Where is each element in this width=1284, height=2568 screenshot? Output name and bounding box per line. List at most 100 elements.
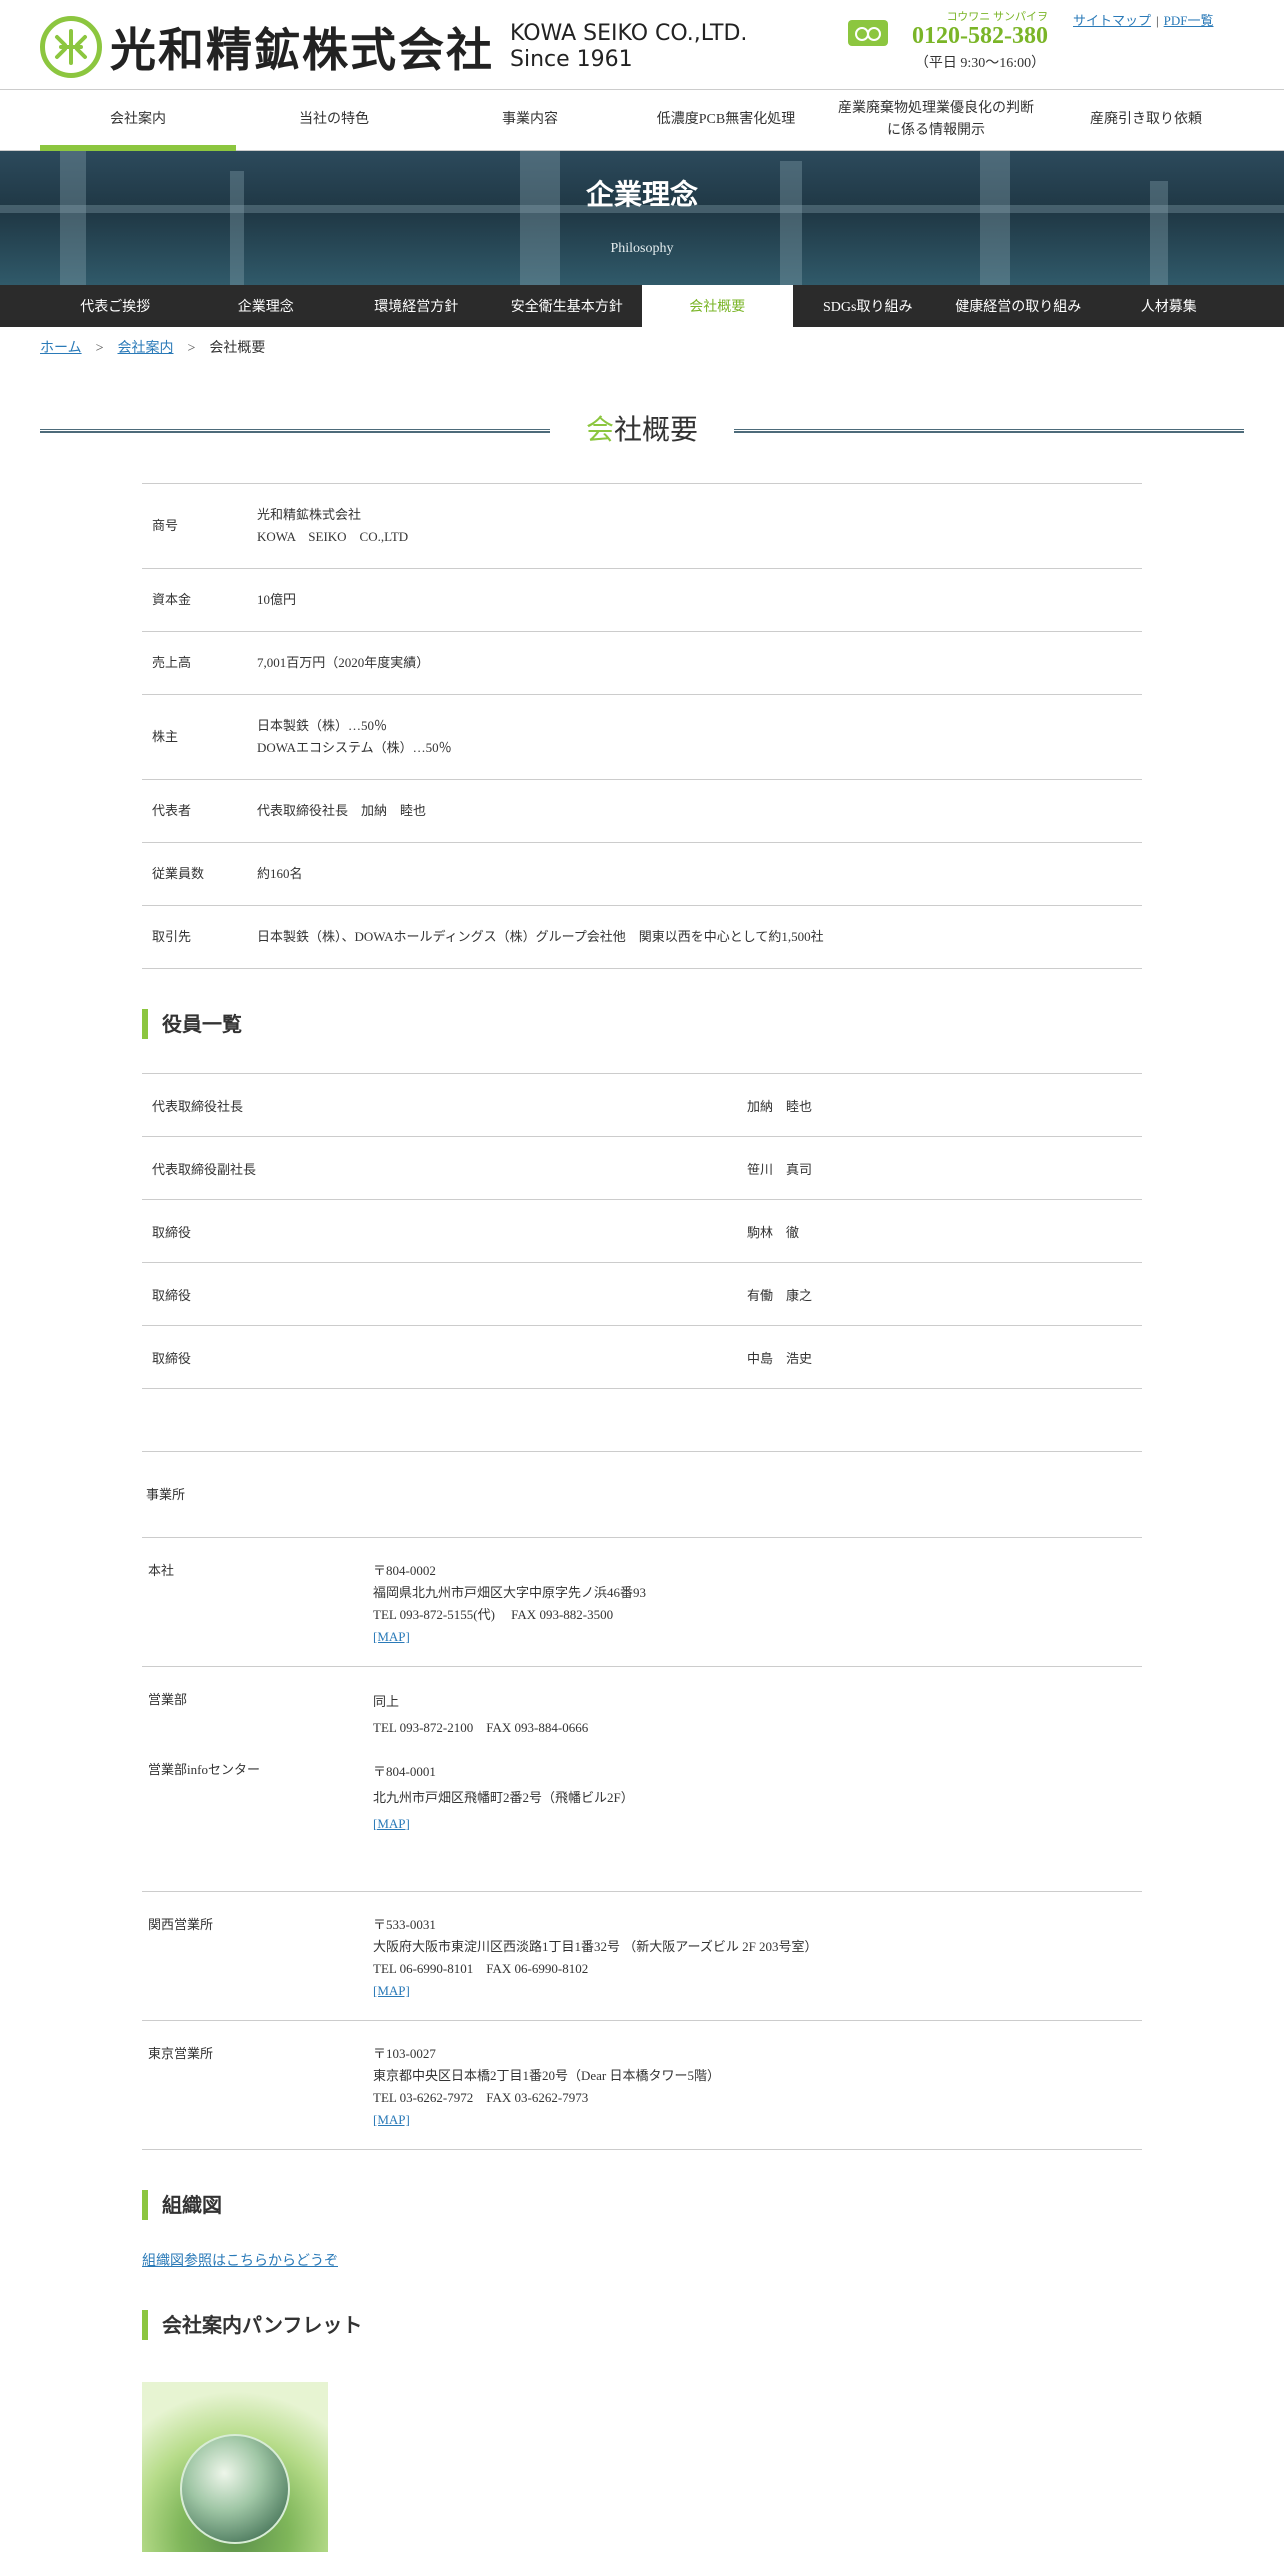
info-value: 日本製鉄（株）…50％ DOWAエコシステム（株）…50％ — [247, 694, 1142, 780]
info-value: 7,001百万円（2020年度実績） — [247, 631, 1142, 695]
breadcrumb-separator: > — [95, 341, 104, 356]
heading-rule-right — [734, 429, 1244, 433]
table-row: 事業所 — [142, 1451, 1142, 1538]
site-header: 光和精鉱株式会社 KOWA SEIKO CO.,LTD. Since 1961 … — [0, 0, 1284, 90]
subnav-item-recruit[interactable]: 人材募集 — [1094, 285, 1245, 327]
map-link[interactable]: [MAP] — [373, 1629, 410, 1644]
sitemap-link[interactable]: サイトマップ — [1073, 13, 1151, 28]
hero-banner: 企業理念 Philosophy — [0, 151, 1284, 285]
global-nav: 会社案内 当社の特色 事業内容 低濃度PCB無害化処理 産業廃棄物処理業優良化の… — [0, 90, 1284, 151]
main-content: 商号 光和精鉱株式会社 KOWA SEIKO CO.,LTD 資本金 10億円 売… — [142, 483, 1142, 2552]
map-link[interactable]: [MAP] — [373, 1983, 410, 1998]
org-chart-link[interactable]: 組織図参照はこちらからどうぞ — [142, 2250, 1142, 2270]
pdf-list-link[interactable]: PDF一覧 — [1164, 13, 1214, 28]
subnav-item-sdgs[interactable]: SDGs取り組み — [793, 285, 944, 327]
company-info-table: 商号 光和精鉱株式会社 KOWA SEIKO CO.,LTD 資本金 10億円 売… — [142, 483, 1142, 969]
gnav-item-disclosure[interactable]: 産業廃棄物処理業優良化の判断に係る情報開示 — [824, 90, 1048, 150]
office-name: 関西営業所 — [142, 1891, 367, 2021]
table-row: 資本金 10億円 — [142, 568, 1142, 632]
free-dial-icon — [848, 20, 888, 46]
company-logo[interactable]: 光和精鉱株式会社 KOWA SEIKO CO.,LTD. Since 1961 — [40, 14, 747, 80]
office-tel: TEL 06-6990-8101 FAX 06-6990-8102 — [373, 1961, 589, 1976]
officer-name: 笹川 真司 — [737, 1136, 1142, 1200]
phone-kana: コウワニ サンパイヲ — [946, 11, 1048, 23]
gnav-item-pickup[interactable]: 産廃引き取り依頼 — [1048, 90, 1244, 150]
office-postal: 〒103-0027 — [373, 2046, 436, 2061]
map-link[interactable]: [MAP] — [373, 1816, 410, 1831]
office-name: 営業部infoセンター — [142, 1748, 367, 1892]
officer-role: 取締役 — [142, 1199, 737, 1263]
officer-name: 駒林 徹 — [737, 1199, 1142, 1263]
office-postal: 〒533-0031 — [373, 1917, 436, 1932]
table-row: 取締役 中島 浩史 — [142, 1325, 1142, 1389]
table-row: 代表取締役社長 加納 睦也 — [142, 1073, 1142, 1137]
office-name: 営業部 — [148, 1692, 188, 1707]
table-row: 株主 日本製鉄（株）…50％ DOWAエコシステム（株）…50％ — [142, 694, 1142, 780]
office-address: 東京都中央区日本橋2丁目1番20号（Dear 日本橋タワー5階） — [373, 2068, 721, 2083]
breadcrumb-current: 会社概要 — [209, 341, 266, 356]
info-value: 日本製鉄（株）、DOWAホールディングス（株）グループ会社他 関東以西を中心とし… — [247, 905, 1142, 969]
table-row: 本社 〒804-0002 福岡県北九州市戸畑区大字中原字先ノ浜46番93 TEL… — [142, 1537, 1142, 1667]
gnav-item-pcb[interactable]: 低濃度PCB無害化処理 — [628, 90, 824, 150]
hero-pipe — [60, 151, 86, 285]
subnav-item-overview[interactable]: 会社概要 — [642, 285, 793, 327]
office-details: 同上 TEL 093-872-2100 FAX 093-884-0666 — [367, 1667, 1142, 1749]
info-label: 売上高 — [142, 631, 247, 695]
logo-english-name: KOWA SEIKO CO.,LTD. — [510, 21, 748, 46]
gnav-item-features[interactable]: 当社の特色 — [236, 90, 432, 150]
gnav-item-business[interactable]: 事業内容 — [432, 90, 628, 150]
office-details: 〒804-0001 北九州市戸畑区飛幡町2番2号（飛幡ビル2F） [MAP] — [367, 1748, 1142, 1892]
breadcrumb-home[interactable]: ホーム — [40, 341, 82, 356]
officer-role: 代表取締役社長 — [142, 1073, 737, 1137]
pamphlet-section-title: 会社案内パンフレット — [142, 2310, 1142, 2340]
officers-section-title: 役員一覧 — [142, 1009, 1142, 1039]
info-label: 商号 — [142, 483, 247, 569]
phone-number[interactable]: 0120-582-380 — [912, 24, 1048, 48]
officer-name: 有働 康之 — [737, 1262, 1142, 1326]
subnav-item-philosophy[interactable]: 企業理念 — [191, 285, 342, 327]
table-row: 営業部 同上 TEL 093-872-2100 FAX 093-884-0666 — [142, 1667, 1142, 1749]
hero-title: 企業理念 — [585, 178, 698, 211]
offices-header: 事業所 — [142, 1451, 1142, 1538]
info-label: 株主 — [142, 694, 247, 780]
logo-company-name: 光和精鉱株式会社 — [110, 23, 494, 77]
heading-rule-left — [40, 429, 550, 433]
map-link[interactable]: [MAP] — [373, 2112, 410, 2127]
subnav-item-greeting[interactable]: 代表ご挨拶 — [40, 285, 191, 327]
subnav-item-environment[interactable]: 環境経営方針 — [341, 285, 492, 327]
office-tel: TEL 093-872-2100 FAX 093-884-0666 — [373, 1720, 589, 1735]
info-value: 光和精鉱株式会社 KOWA SEIKO CO.,LTD — [247, 483, 1142, 569]
office-address: 大阪府大阪市東淀川区西淡路1丁目1番32号 （新大阪アーズビル 2F 203号室… — [373, 1939, 818, 1954]
breadcrumb: ホーム > 会社案内 > 会社概要 — [0, 327, 1284, 377]
gnav-item-company[interactable]: 会社案内 — [40, 90, 236, 151]
hero-subtitle: Philosophy — [610, 241, 674, 256]
office-postal: 〒804-0002 — [373, 1563, 436, 1578]
logo-mark-icon — [40, 16, 102, 78]
pamphlet-cover-image[interactable] — [142, 2382, 328, 2552]
info-value-line: DOWAエコシステム（株）…50％ — [257, 740, 452, 755]
info-label: 資本金 — [142, 568, 247, 632]
info-value-line: KOWA SEIKO CO.,LTD — [257, 529, 409, 544]
office-details: 〒804-0002 福岡県北九州市戸畑区大字中原字先ノ浜46番93 TEL 09… — [367, 1537, 1142, 1667]
subnav-item-health[interactable]: 健康経営の取り組み — [943, 285, 1094, 327]
org-section-title: 組織図 — [142, 2190, 1142, 2220]
office-details: 〒103-0027 東京都中央区日本橋2丁目1番20号（Dear 日本橋タワー5… — [367, 2020, 1142, 2150]
info-value-line: 日本製鉄（株）…50％ — [257, 718, 388, 733]
officer-role: 代表取締役副社長 — [142, 1136, 737, 1200]
officer-role: 取締役 — [142, 1262, 737, 1326]
breadcrumb-company[interactable]: 会社案内 — [118, 341, 174, 356]
phone-contact: コウワニ サンパイヲ 0120-582-380 （平日 9:30〜16:00） — [848, 8, 1048, 72]
office-tel: TEL 03-6262-7972 FAX 03-6262-7973 — [373, 2090, 589, 2105]
subnav-item-safety[interactable]: 安全衛生基本方針 — [492, 285, 643, 327]
info-value: 10億円 — [247, 568, 1142, 632]
page-title-accent: 会 — [585, 413, 614, 446]
info-label: 従業員数 — [142, 842, 247, 906]
table-row: 売上高 7,001百万円（2020年度実績） — [142, 631, 1142, 695]
office-tel: TEL 093-872-5155(代) FAX 093-882-3500 — [373, 1607, 614, 1622]
office-postal: 〒804-0001 — [373, 1763, 436, 1779]
hero-pipe — [520, 151, 560, 285]
table-row: 代表取締役副社長 笹川 真司 — [142, 1136, 1142, 1200]
page-title-rest: 社概要 — [614, 413, 699, 446]
page-heading: 会社概要 — [40, 405, 1244, 455]
table-row: 取締役 駒林 徹 — [142, 1199, 1142, 1263]
